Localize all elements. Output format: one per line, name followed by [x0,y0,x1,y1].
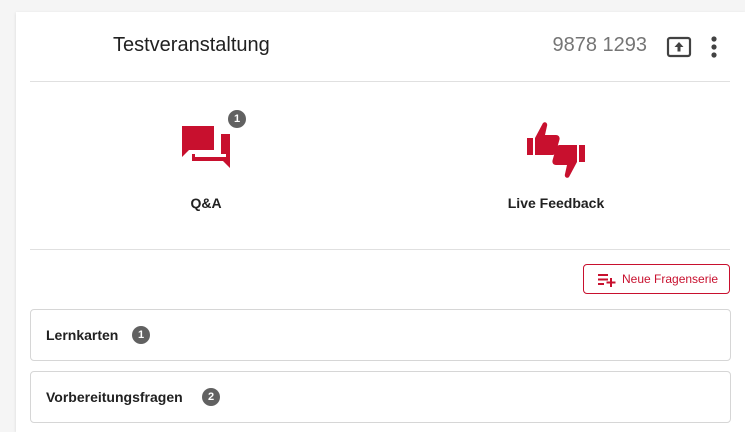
series-name: Lernkarten [46,327,119,343]
event-card: Testveranstaltung 9878 1293 1 Q&A Live F… [16,12,745,432]
series-count-badge: 2 [202,388,220,406]
forum-icon [178,124,236,178]
qa-badge: 1 [226,108,248,130]
event-title: Testveranstaltung [113,34,270,56]
header-divider [30,81,730,82]
series-count-badge: 1 [132,326,150,344]
playlist-add-icon [598,273,616,287]
more-vert-icon[interactable] [706,34,722,60]
feature-qa[interactable]: 1 Q&A [106,108,306,232]
features-divider [30,249,730,250]
event-header: Testveranstaltung 9878 1293 [16,12,745,82]
series-panel-lernkarten[interactable]: Lernkarten 1 [30,309,731,361]
new-question-series-label: Neue Fragenserie [622,272,719,286]
series-panel-vorbereitungsfragen[interactable]: Vorbereitungsfragen 2 [30,371,731,423]
present-to-all-icon[interactable] [666,36,692,58]
feature-qa-label: Q&A [190,195,222,211]
feature-live-feedback-label: Live Feedback [507,195,605,211]
new-question-series-button[interactable]: Neue Fragenserie [583,264,730,294]
room-code: 9878 1293 [552,34,647,56]
feature-live-feedback[interactable]: Live Feedback [456,112,656,232]
thumbs-up-down-icon [524,118,588,182]
series-name: Vorbereitungsfragen [46,389,183,405]
